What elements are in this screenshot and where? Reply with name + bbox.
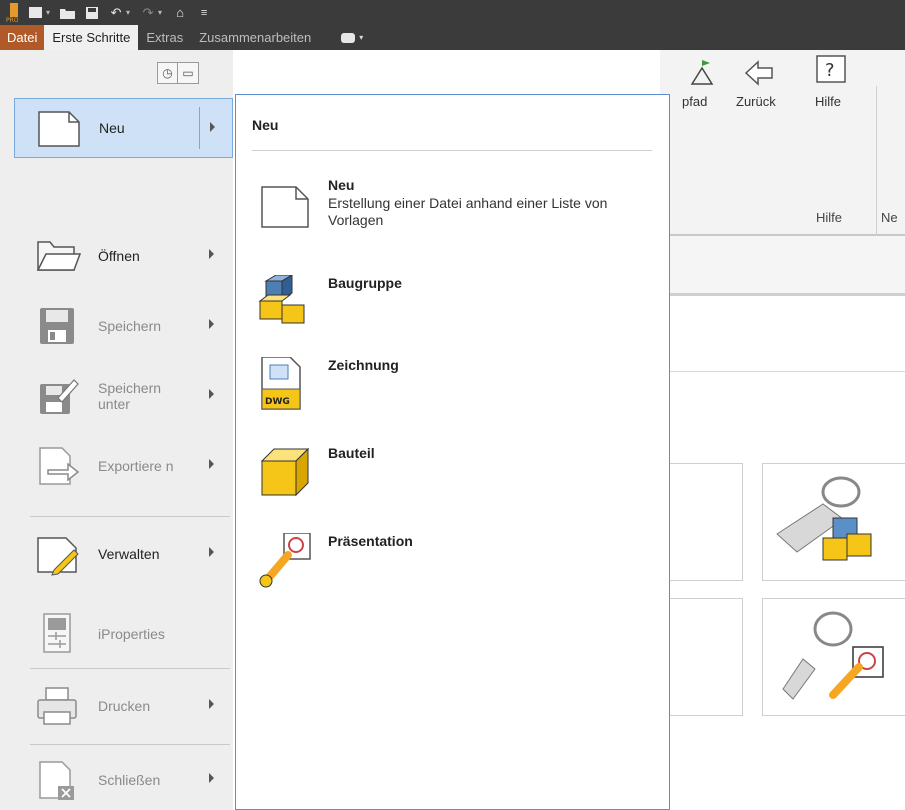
presentation-icon	[258, 532, 314, 589]
menu-item-exportieren[interactable]: Exportiere n	[14, 436, 233, 496]
submenu-item-praesentation[interactable]: Präsentation	[258, 532, 648, 603]
submenu-item-zeichnung[interactable]: DWG Zeichnung	[258, 356, 648, 427]
part-icon	[258, 445, 314, 501]
tab-zusammenarbeiten[interactable]: Zusammenarbeiten	[191, 25, 319, 50]
quick-access-toolbar: PRO ▾ ↶ ▾ ↷ ▾ ⌂ ≡	[0, 0, 214, 25]
back-arrow-icon	[744, 60, 773, 86]
chevron-down-icon[interactable]: ▾	[46, 8, 50, 17]
chevron-right-icon	[209, 249, 214, 259]
chevron-right-icon	[210, 122, 215, 132]
chevron-right-icon	[209, 699, 214, 709]
menu-tabs: Datei Erste Schritte Extras Zusammenarbe…	[0, 25, 371, 50]
svg-text:?: ?	[825, 60, 835, 81]
tab-erste-schritte[interactable]: Erste Schritte	[44, 25, 139, 50]
project-thumbnail-2[interactable]	[660, 598, 743, 716]
presentation-thumbnail[interactable]	[762, 598, 905, 716]
menu-separator	[30, 668, 230, 669]
new-submenu: Neu Neu Erstellung einer Datei anhand ei…	[235, 94, 670, 810]
dwg-badge: DWG	[265, 397, 290, 407]
menu-separator	[30, 744, 230, 745]
tab-datei[interactable]: Datei	[0, 25, 45, 50]
save-as-icon	[34, 374, 82, 418]
ribbon: pfad Zurück ? Hilfe Hilfe Ne	[660, 50, 905, 236]
menu-item-speichern-unter[interactable]: Speichern unter	[14, 366, 233, 426]
save-icon	[34, 304, 82, 348]
appmenu-header: ◷ ▭	[0, 50, 233, 94]
assembly-preview-icon	[776, 476, 872, 561]
ribbon-group-hilfe: Hilfe	[816, 210, 843, 225]
menu-item-neu[interactable]: Neu	[14, 98, 233, 158]
submenu-divider	[252, 150, 652, 151]
application-menu: ◷ ▭ Neu Öffnen Speichern Speichern unter	[0, 50, 233, 810]
close-document-icon	[34, 758, 82, 802]
new-document-icon	[258, 177, 314, 233]
presentation-preview-icon	[782, 611, 884, 700]
flag-icon	[690, 60, 714, 85]
recent-documents-icon[interactable]: ◷	[158, 63, 178, 83]
open-folder-icon	[34, 234, 82, 278]
save-icon[interactable]	[82, 3, 102, 23]
open-icon[interactable]	[58, 3, 78, 23]
chevron-down-icon[interactable]: ▾	[126, 8, 130, 17]
open-documents-icon[interactable]: ▭	[178, 63, 198, 83]
ribbon-group-next: Ne	[881, 210, 898, 225]
help-icon: ?	[816, 55, 846, 83]
submenu-item-neu[interactable]: Neu Erstellung einer Datei anhand einer …	[258, 177, 648, 247]
menu-item-schliessen[interactable]: Schließen	[14, 750, 233, 810]
export-icon	[34, 444, 82, 488]
customize-icon[interactable]: ≡	[194, 3, 214, 23]
menu-item-speichern[interactable]: Speichern	[14, 296, 233, 356]
chevron-right-icon	[209, 389, 214, 399]
submenu-item-baugruppe[interactable]: Baugruppe	[258, 274, 648, 345]
menu-item-verwalten[interactable]: Verwalten	[14, 524, 233, 584]
manage-icon	[34, 532, 82, 576]
submenu-title: Neu	[252, 117, 279, 133]
chevron-right-icon	[209, 547, 214, 557]
chevron-right-icon	[209, 773, 214, 783]
submenu-item-bauteil[interactable]: Bauteil	[258, 445, 648, 515]
tab-more[interactable]: ▾	[333, 25, 371, 50]
chevron-down-icon[interactable]: ▾	[158, 8, 162, 17]
menu-item-iproperties[interactable]: iProperties	[14, 604, 233, 664]
redo-icon[interactable]: ↷	[138, 3, 158, 23]
inventor-logo-icon[interactable]: PRO	[6, 2, 22, 24]
chevron-right-icon	[209, 459, 214, 469]
menu-item-oeffnen[interactable]: Öffnen	[14, 226, 233, 286]
assembly-icon	[258, 274, 314, 331]
drawing-icon: DWG	[258, 356, 314, 413]
title-bar: PRO ▾ ↶ ▾ ↷ ▾ ⌂ ≡ Datei Erste Schritte Ext…	[0, 0, 905, 50]
chevron-right-icon	[209, 319, 214, 329]
undo-icon[interactable]: ↶	[106, 3, 126, 23]
print-icon	[34, 684, 82, 728]
project-thumbnail[interactable]	[660, 463, 743, 581]
background-strip	[660, 236, 905, 296]
iproperties-icon	[34, 612, 82, 656]
home-icon[interactable]: ⌂	[170, 3, 190, 23]
back-button[interactable]: Zurück	[736, 60, 776, 109]
menu-separator	[30, 516, 230, 517]
new-document-icon	[35, 106, 83, 150]
tab-extras[interactable]: Extras	[138, 25, 191, 50]
new-icon[interactable]	[26, 3, 46, 23]
camera-icon	[341, 32, 356, 43]
background-strip-2	[660, 298, 905, 372]
help-button[interactable]: ? Hilfe	[815, 55, 846, 109]
view-toggle: ◷ ▭	[157, 62, 199, 84]
pfad-button[interactable]: pfad	[682, 60, 714, 109]
chevron-down-icon: ▾	[359, 33, 364, 42]
menu-item-drucken[interactable]: Drucken	[14, 676, 233, 736]
assembly-thumbnail[interactable]	[762, 463, 905, 581]
